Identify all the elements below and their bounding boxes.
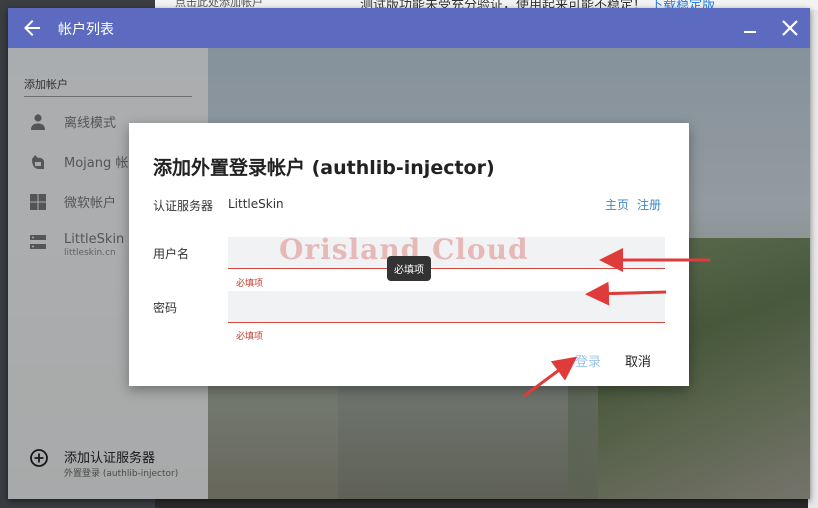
back-arrow-icon[interactable] xyxy=(20,16,44,40)
window-title: 帐户列表 xyxy=(58,22,114,38)
password-error: 必填项 xyxy=(236,332,264,342)
username-label: 用户名 xyxy=(153,247,190,261)
home-link[interactable]: 主页 xyxy=(605,196,629,213)
password-label: 密码 xyxy=(153,301,178,315)
password-input[interactable] xyxy=(228,291,665,323)
launcher-window: 帐户列表 添加帐户 离线模式 Mojang 帐户 微软帐户 LittleSkin… xyxy=(8,8,810,499)
title-bar: 帐户列表 xyxy=(8,8,810,48)
username-error: 必填项 xyxy=(236,279,264,289)
minimize-icon[interactable] xyxy=(740,18,760,38)
required-tooltip: 必填项 xyxy=(387,256,431,281)
dialog-title: 添加外置登录帐户 (authlib-injector) xyxy=(153,157,495,179)
server-label: 认证服务器 xyxy=(153,199,214,213)
register-link[interactable]: 注册 xyxy=(637,196,661,213)
close-icon[interactable] xyxy=(779,17,801,39)
add-account-dialog: 添加外置登录帐户 (authlib-injector) 认证服务器 Little… xyxy=(129,123,689,386)
login-button[interactable]: 登录 xyxy=(575,351,601,370)
server-value: LittleSkin xyxy=(228,197,284,211)
cancel-button[interactable]: 取消 xyxy=(625,351,651,370)
